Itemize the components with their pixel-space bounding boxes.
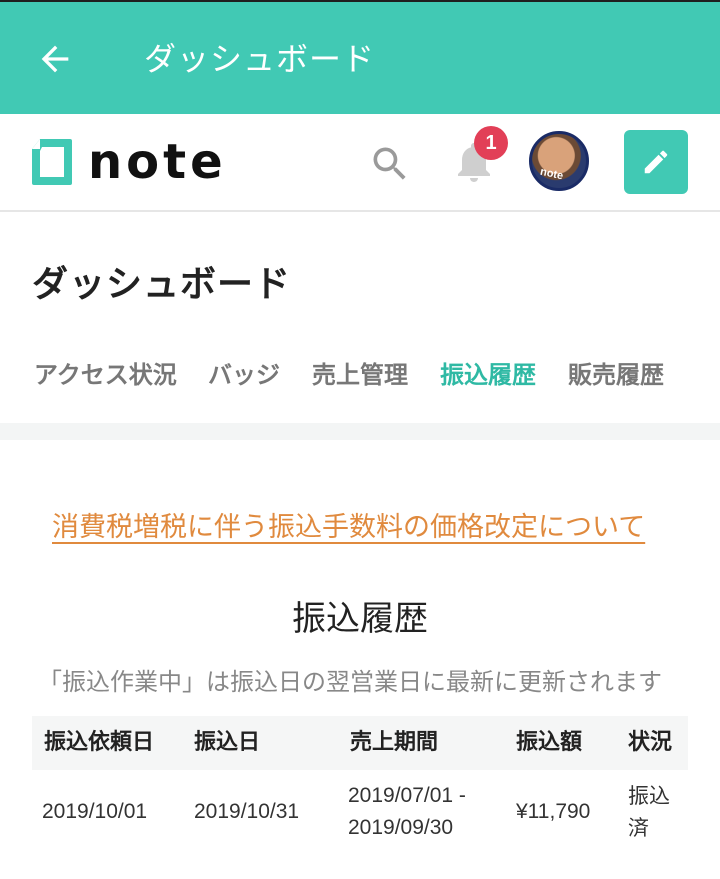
cell-request-date: 2019/10/01 [42,800,148,823]
avatar-note-tag: note [539,165,565,183]
section-title: 振込履歴 [292,599,428,639]
update-note: 「振込作業中」は振込日の翌営業日に最新に更新されます [38,668,662,696]
app-bar-title: ダッシュボード [144,40,376,78]
table-header: 振込依頼日 振込日 売上期間 振込額 状況 [32,716,688,770]
cell-status: 振込 済 [628,780,670,844]
dashboard-tabs: アクセス状況 バッジ 売上管理 振込履歴 販売履歴 [0,354,720,400]
note-logo-icon [32,139,72,185]
search-icon [373,147,406,180]
column-header-sales-period: 売上期間 [350,730,439,755]
tab-badges[interactable]: バッジ [208,354,280,396]
cell-status-line2: 済 [628,816,649,840]
cell-sales-period-start: 2019/07/01 - [348,784,466,807]
cell-amount: ¥11,790 [516,800,591,823]
app-bar: ダッシュボード [0,0,720,114]
tab-purchase-history[interactable]: 販売履歴 [568,354,664,396]
column-header-status: 状況 [628,730,673,755]
column-header-transfer-date: 振込日 [194,730,261,755]
notification-badge: 1 [474,126,508,160]
search-button[interactable] [368,142,412,186]
tab-transfer-history[interactable]: 振込履歴 [440,354,536,396]
cell-sales-period: 2019/07/01 - 2019/09/30 [348,780,466,844]
compose-button[interactable] [624,130,688,194]
pencil-icon [644,150,668,174]
cell-status-line1: 振込 [628,784,670,808]
back-button[interactable] [30,34,80,84]
tab-access[interactable]: アクセス状況 [34,354,177,396]
section-divider [0,423,720,440]
column-header-request-date: 振込依頼日 [44,730,155,755]
cell-transfer-date: 2019/10/31 [194,800,300,823]
tab-sales[interactable]: 売上管理 [312,354,408,396]
column-header-amount: 振込額 [516,730,583,755]
note-logo[interactable]: note [30,134,227,190]
cell-sales-period-end: 2019/09/30 [348,816,454,839]
site-header: note 1 note [0,114,720,212]
avatar[interactable]: note [529,131,589,191]
fee-notice-link[interactable]: 消費税増税に伴う振込手数料の価格改定について [52,508,645,548]
table-row: 2019/10/01 2019/10/31 2019/07/01 - 2019/… [32,770,688,850]
arrow-left-icon [41,45,69,73]
logo-wordmark: note [88,134,227,190]
page-title: ダッシュボード [32,264,292,305]
